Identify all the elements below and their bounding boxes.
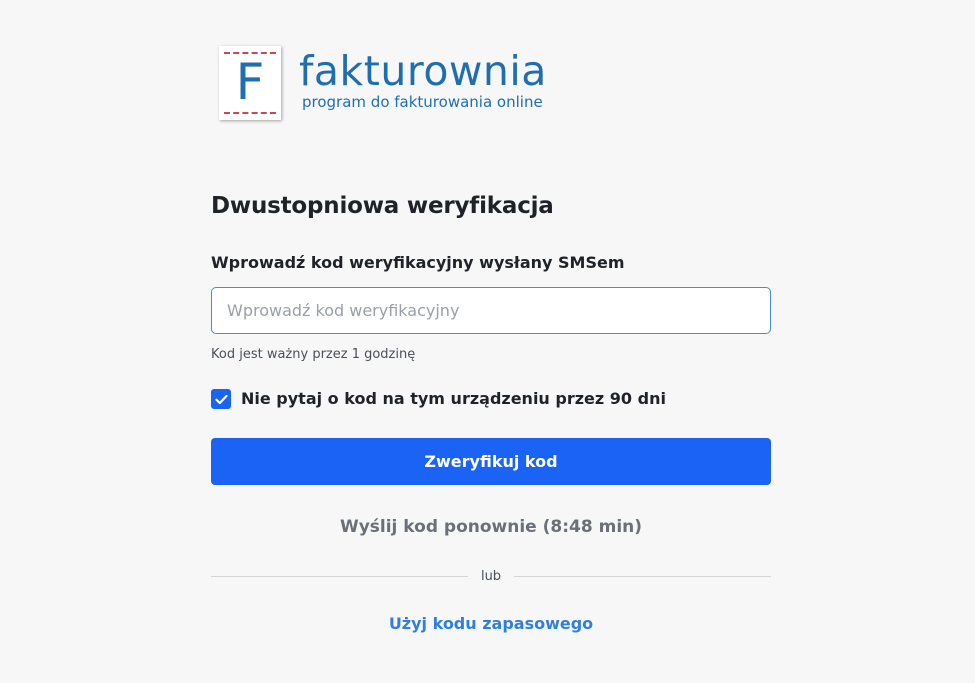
remember-device-row[interactable]: Nie pytaj o kod na tym urządzeniu przez … (211, 388, 771, 410)
check-icon (214, 394, 228, 404)
remember-device-label[interactable]: Nie pytaj o kod na tym urządzeniu przez … (241, 388, 666, 410)
validity-hint: Kod jest ważny przez 1 godzinę (211, 347, 416, 362)
logo: F fakturownia program do fakturowania on… (219, 46, 547, 120)
code-label: Wprowadź kod weryfikacyjny wysłany SMSem (211, 253, 625, 272)
divider-line-left (211, 575, 468, 577)
logo-letter: F (235, 53, 265, 111)
remember-device-checkbox[interactable] (211, 389, 231, 409)
logo-tagline: program do fakturowania online (302, 93, 543, 111)
or-divider: lub (211, 566, 772, 586)
verification-form: Dwustopniowa weryfikacja Wprowadź kod we… (211, 190, 772, 635)
logo-text: fakturownia program do fakturowania onli… (299, 48, 547, 111)
use-backup-code-link[interactable]: Użyj kodu zapasowego (211, 613, 771, 635)
divider-text: lub (480, 568, 502, 584)
logo-name: fakturownia (299, 47, 547, 95)
logo-dash-bottom (224, 112, 276, 114)
verification-code-input[interactable] (211, 287, 771, 334)
logo-mark: F (219, 46, 281, 120)
resend-code-button[interactable]: Wyślij kod ponownie (8:48 min) (211, 516, 771, 538)
divider-line-right (514, 575, 772, 577)
verify-code-button[interactable]: Zweryfikuj kod (211, 438, 771, 485)
page-title: Dwustopniowa weryfikacja (211, 193, 554, 219)
